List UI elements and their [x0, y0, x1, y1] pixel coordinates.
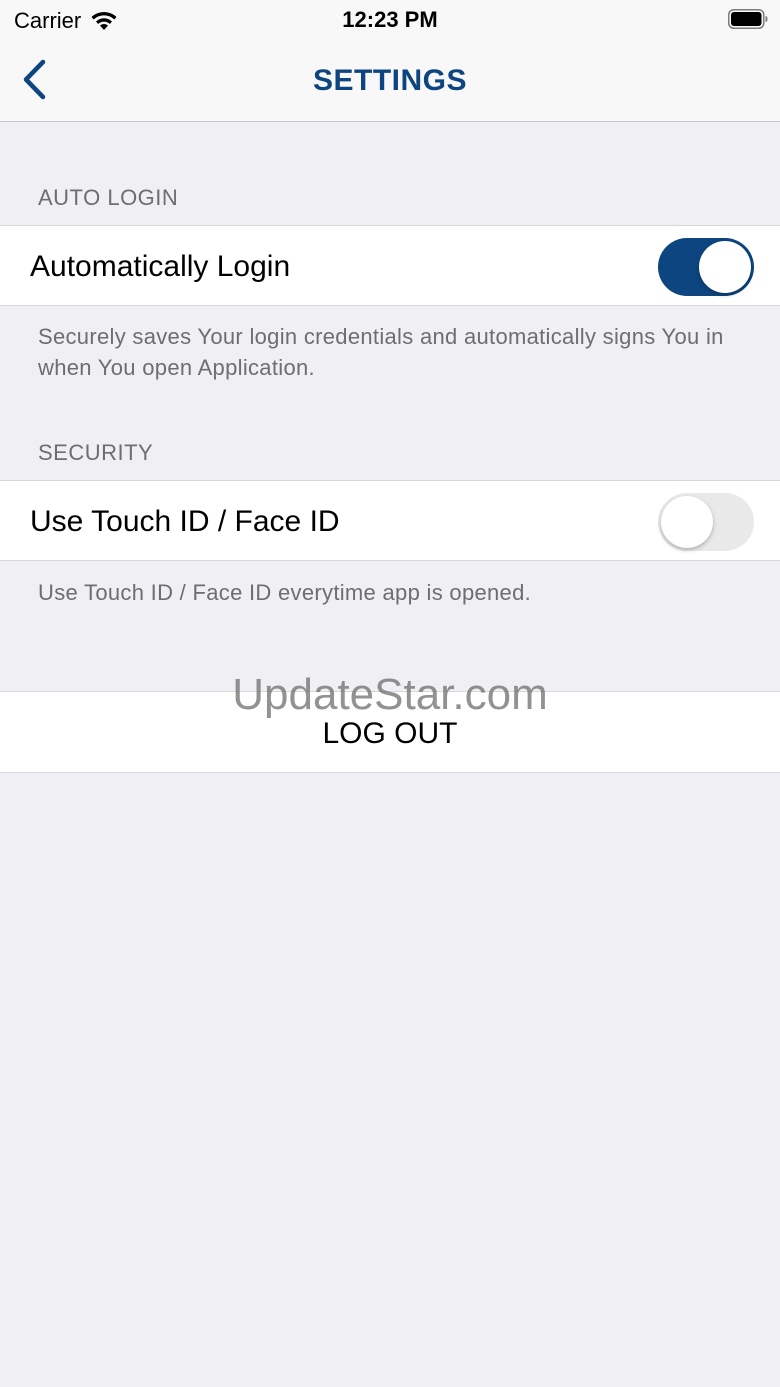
auto-login-description: Securely saves Your login credentials an… [38, 324, 724, 380]
battery-icon [728, 9, 768, 29]
page-title: SETTINGS [312, 64, 467, 97]
touch-id-toggle[interactable] [658, 493, 754, 551]
status-time: 12:23 PM [342, 7, 438, 32]
section-header-security: SECURITY [38, 440, 154, 465]
section-header-auto-login: AUTO LOGIN [38, 185, 179, 210]
status-bar: Carrier 12:23 PM [0, 0, 780, 40]
navigation-bar: SETTINGS [0, 40, 780, 122]
touch-id-description: Use Touch ID / Face ID everytime app is … [38, 580, 532, 605]
toggle-knob [661, 496, 713, 548]
logout-button[interactable]: LOG OUT [0, 691, 780, 773]
toggle-knob [699, 241, 751, 293]
touch-id-label: Use Touch ID / Face ID [30, 505, 340, 538]
touch-id-cell: Use Touch ID / Face ID [0, 480, 780, 561]
auto-login-toggle[interactable] [658, 238, 754, 296]
auto-login-label: Automatically Login [30, 250, 291, 283]
logout-label: LOG OUT [322, 717, 458, 750]
auto-login-cell: Automatically Login [0, 225, 780, 306]
